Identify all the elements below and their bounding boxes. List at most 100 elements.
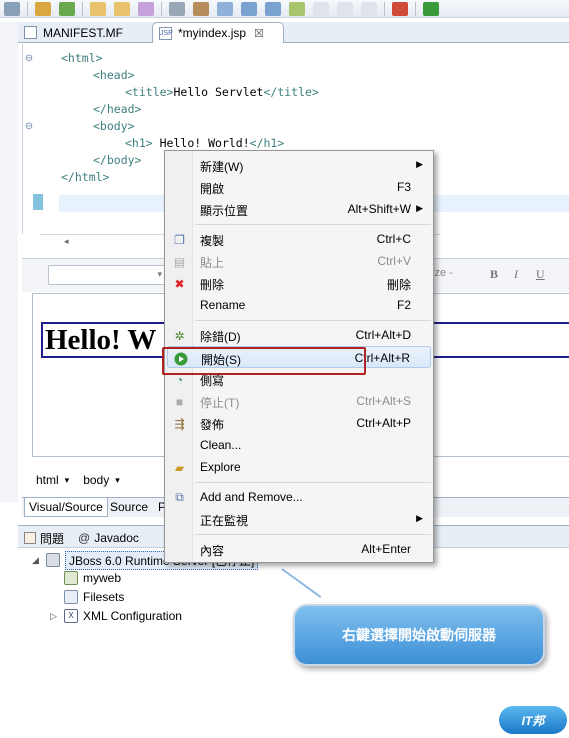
logo-text: IT邦 [521, 713, 545, 728]
code-line: <head> [93, 67, 135, 84]
toolbar-separator [161, 1, 162, 16]
filesets-icon [64, 590, 78, 604]
xml-icon: X [64, 609, 78, 623]
font-icon[interactable] [337, 1, 353, 16]
code-tag: </h1> [249, 136, 285, 150]
debug-icon: ✲ [174, 328, 185, 343]
code-tag: <head> [93, 68, 135, 82]
menu-item-rename[interactable]: Rename F2 [167, 294, 431, 316]
tree-item-label: Filesets [83, 590, 125, 604]
style-combo[interactable]: ▾ [48, 265, 166, 285]
h1-preview-text: Hello! W [45, 324, 157, 356]
open-folder-icon[interactable] [90, 1, 106, 16]
menu-item-debug[interactable]: ✲ 除錯(D) Ctrl+Alt+D [167, 324, 431, 346]
menu-separator [195, 320, 431, 321]
menu-item-shortcut: Ctrl+Alt+S [356, 394, 411, 408]
tree-item-myweb[interactable]: myweb [64, 569, 121, 587]
menu-item-shortcut: Ctrl+Alt+P [356, 416, 411, 430]
project-icon [64, 571, 78, 585]
tab-source-label: Source [110, 500, 149, 514]
menu-item-delete[interactable]: ✖ 刪除 刪除 [167, 272, 431, 294]
font-size-combo[interactable]: ize - [432, 267, 453, 279]
menu-item-open[interactable]: 開啟 F3 [167, 176, 431, 198]
run-icon[interactable] [423, 1, 439, 16]
menu-item-show-in[interactable]: 顯示位置 Alt+Shift+W ▶ [167, 198, 431, 220]
image-icon[interactable] [241, 1, 257, 16]
bold-button[interactable]: B [490, 267, 498, 282]
menu-item-label: 複製 [200, 234, 225, 248]
tab-manifest-label: MANIFEST.MF [43, 25, 123, 40]
menu-item-stop[interactable]: ■ 停止(T) Ctrl+Alt+S [167, 390, 431, 412]
spinner-icon[interactable] [392, 1, 408, 16]
tree-item-filesets[interactable]: Filesets [64, 588, 124, 606]
stop-icon: ■ [175, 394, 184, 409]
menu-item-shortcut: Ctrl+C [376, 232, 411, 246]
run-external-icon[interactable] [4, 1, 20, 16]
editor-left-border [0, 22, 18, 502]
expand-toggle-icon[interactable]: ◢ [32, 555, 42, 566]
gear-icon[interactable] [35, 1, 51, 16]
breadcrumb-html[interactable]: html [36, 473, 59, 487]
menu-item-explore[interactable]: ▰ Explore [167, 456, 431, 478]
chevron-down-icon[interactable]: ▾ [65, 475, 70, 486]
tab-visual-source-label: Visual/Source [29, 500, 103, 514]
menu-item-label: 停止(T) [200, 396, 240, 410]
jsp-file-icon: JSP [159, 26, 173, 40]
expand-arrow-icon[interactable]: ▷ [50, 611, 60, 622]
menu-item-new[interactable]: 新建(W) ▶ [167, 154, 431, 176]
link-icon[interactable] [217, 1, 233, 16]
tools-icon[interactable] [193, 1, 209, 16]
code-tag: </title> [263, 85, 319, 99]
menu-item-label: 刪除 [200, 278, 225, 292]
menu-item-label: Explore [200, 460, 241, 474]
menu-item-copy[interactable]: ❐ 複製 Ctrl+C [167, 228, 431, 250]
scroll-left-icon[interactable]: ◂ [64, 236, 69, 247]
frame-icon[interactable] [289, 1, 305, 16]
text-icon[interactable] [313, 1, 329, 16]
code-text: Hello Servlet [173, 85, 264, 99]
manifest-file-icon [24, 26, 37, 39]
code-text: Hello! World! [152, 136, 250, 150]
tree-item-xml-config[interactable]: ▷ X XML Configuration [50, 607, 182, 625]
menu-separator [195, 534, 431, 535]
tab-myindex-jsp[interactable]: JSP *myindex.jsp ☒ [152, 22, 284, 43]
menu-item-label: 內容 [200, 544, 225, 558]
menu-item-monitoring[interactable]: 正在監視 ▶ [167, 508, 431, 530]
code-tag: </html> [61, 170, 110, 184]
fold-collapse-icon[interactable] [24, 54, 34, 64]
code-tag: </body> [93, 153, 142, 167]
menu-item-properties[interactable]: 內容 Alt+Enter [167, 538, 431, 560]
italic-button[interactable]: I [514, 267, 518, 282]
code-line: <title>Hello Servlet</title> [125, 84, 319, 101]
ithome-logo: IT邦 [499, 706, 567, 734]
list-icon[interactable] [265, 1, 281, 16]
close-tab-icon[interactable]: ☒ [254, 27, 264, 40]
tab-manifest[interactable]: MANIFEST.MF [18, 22, 146, 43]
underline-button[interactable]: U [536, 267, 545, 282]
new-folder-icon[interactable] [114, 1, 130, 16]
chevron-down-icon[interactable]: ▾ [115, 475, 120, 486]
tab-source[interactable]: Source [106, 498, 152, 517]
fold-collapse-icon[interactable] [24, 122, 34, 132]
breadcrumb-body[interactable]: body [83, 473, 109, 487]
tab-problems[interactable]: 問題 [24, 529, 64, 547]
menu-item-publish[interactable]: ⇶ 發佈 Ctrl+Alt+P [167, 412, 431, 434]
problems-icon [24, 532, 36, 544]
tab-visual-source[interactable]: Visual/Source [24, 498, 108, 517]
refresh-icon[interactable] [59, 1, 75, 16]
toolbar-separator [384, 1, 385, 16]
submenu-arrow-icon: ▶ [416, 159, 423, 169]
chevron-down-icon: ▾ [157, 269, 162, 279]
el-icon[interactable] [361, 1, 377, 16]
wand-icon[interactable] [138, 1, 154, 16]
debug-toolbar-icon[interactable] [169, 1, 185, 16]
tab-javadoc[interactable]: @ Javadoc [78, 529, 139, 547]
menu-item-paste[interactable]: ▤ 貼上 Ctrl+V [167, 250, 431, 272]
tab-problems-label: 問題 [40, 531, 65, 546]
code-tag: <body> [93, 119, 135, 133]
menu-item-add-remove[interactable]: ⧉ Add and Remove... [167, 486, 431, 508]
code-tag: <h1> [125, 136, 153, 150]
code-line: </body> [93, 152, 141, 169]
paste-icon: ▤ [173, 254, 186, 269]
menu-item-clean[interactable]: Clean... [167, 434, 431, 456]
